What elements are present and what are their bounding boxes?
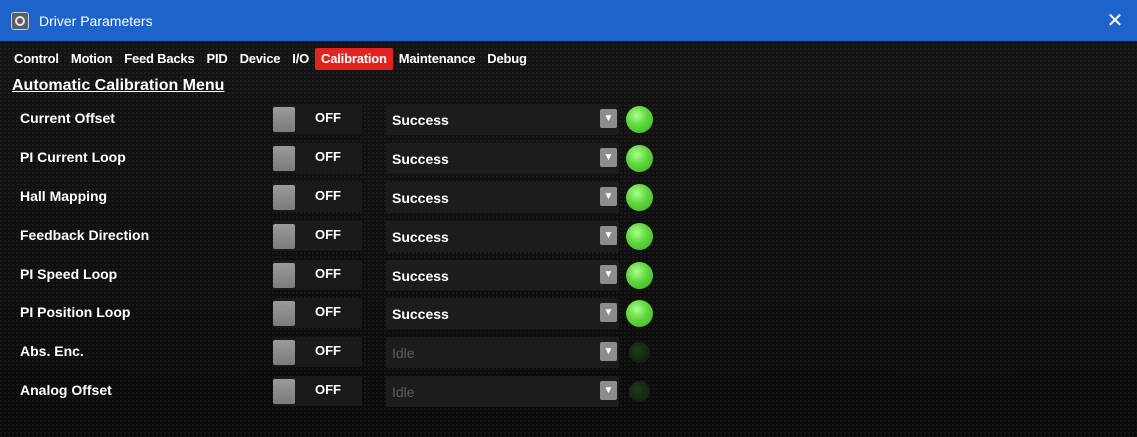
- status-value: Success: [392, 112, 449, 128]
- status-value: Success: [392, 268, 449, 284]
- calibration-toggle[interactable]: OFF: [273, 143, 362, 173]
- tab-feed-backs[interactable]: Feed Backs: [118, 48, 200, 70]
- status-value: Idle: [392, 384, 415, 400]
- toggle-knob[interactable]: [273, 263, 295, 288]
- calibration-toggle[interactable]: OFF: [273, 221, 362, 251]
- row-label: Feedback Direction: [20, 227, 150, 243]
- chevron-down-icon[interactable]: ▼: [600, 226, 617, 245]
- tab-io[interactable]: I/O: [286, 48, 315, 70]
- driver-parameters-window: Driver Parameters ✕ Control Motion Feed …: [0, 0, 1137, 437]
- window-title: Driver Parameters: [39, 12, 153, 29]
- toggle-state: OFF: [315, 110, 341, 125]
- row-label: PI Position Loop: [20, 304, 131, 320]
- toggle-state: OFF: [315, 227, 341, 242]
- calibration-row: PI Position Loop OFF Success ▼: [0, 296, 700, 329]
- tab-device[interactable]: Device: [234, 48, 287, 70]
- toggle-knob[interactable]: [273, 379, 295, 404]
- toggle-knob[interactable]: [273, 340, 295, 365]
- row-label: Hall Mapping: [20, 188, 108, 204]
- toggle-knob[interactable]: [273, 301, 295, 326]
- status-led-icon: [626, 106, 653, 133]
- row-label: PI Speed Loop: [20, 266, 118, 282]
- status-value: Success: [392, 229, 449, 245]
- status-select[interactable]: Success ▼: [386, 143, 619, 174]
- calibration-row: Current Offset OFF Success ▼: [0, 102, 700, 135]
- chevron-down-icon[interactable]: ▼: [600, 265, 617, 284]
- tab-control[interactable]: Control: [8, 48, 65, 70]
- status-select[interactable]: Success ▼: [386, 298, 619, 329]
- chevron-down-icon[interactable]: ▼: [600, 342, 617, 361]
- calibration-toggle[interactable]: OFF: [273, 376, 362, 406]
- calibration-row: Hall Mapping OFF Success ▼: [0, 180, 700, 213]
- calibration-row: PI Speed Loop OFF Success ▼: [0, 258, 700, 291]
- toggle-knob[interactable]: [273, 224, 295, 249]
- toggle-state: OFF: [315, 266, 341, 281]
- tab-pid[interactable]: PID: [200, 48, 233, 70]
- tab-bar: Control Motion Feed Backs PID Device I/O…: [8, 47, 533, 71]
- chevron-down-icon[interactable]: ▼: [600, 187, 617, 206]
- toggle-state: OFF: [315, 382, 341, 397]
- calibration-row: Abs. Enc. OFF Idle ▼: [0, 335, 700, 368]
- row-label: Abs. Enc.: [20, 343, 84, 359]
- tab-maintenance[interactable]: Maintenance: [393, 48, 482, 70]
- calibration-toggle[interactable]: OFF: [273, 298, 362, 328]
- toggle-state: OFF: [315, 188, 341, 203]
- chevron-down-icon[interactable]: ▼: [600, 148, 617, 167]
- status-led-icon: [629, 381, 650, 402]
- calibration-toggle[interactable]: OFF: [273, 260, 362, 290]
- status-select[interactable]: Success ▼: [386, 260, 619, 291]
- chevron-down-icon[interactable]: ▼: [600, 109, 617, 128]
- status-led-icon: [626, 184, 653, 211]
- chevron-down-icon[interactable]: ▼: [600, 381, 617, 400]
- tab-motion[interactable]: Motion: [65, 48, 118, 70]
- toggle-state: OFF: [315, 149, 341, 164]
- title-bar: Driver Parameters ✕: [0, 0, 1137, 41]
- calibration-toggle[interactable]: OFF: [273, 104, 362, 134]
- chevron-down-icon[interactable]: ▼: [600, 303, 617, 322]
- tab-debug[interactable]: Debug: [481, 48, 532, 70]
- status-select[interactable]: Success ▼: [386, 221, 619, 252]
- toggle-state: OFF: [315, 304, 341, 319]
- calibration-toggle[interactable]: OFF: [273, 337, 362, 367]
- status-select[interactable]: Idle ▼: [386, 337, 619, 368]
- calibration-row: Analog Offset OFF Idle ▼: [0, 374, 700, 407]
- toggle-knob[interactable]: [273, 146, 295, 171]
- status-value: Success: [392, 190, 449, 206]
- tab-calibration[interactable]: Calibration: [315, 48, 393, 70]
- status-led-icon: [629, 342, 650, 363]
- status-value: Success: [392, 306, 449, 322]
- status-select[interactable]: Success ▼: [386, 182, 619, 213]
- status-led-icon: [626, 262, 653, 289]
- calibration-row: PI Current Loop OFF Success ▼: [0, 141, 700, 174]
- status-value: Idle: [392, 345, 415, 361]
- toggle-knob[interactable]: [273, 107, 295, 132]
- row-label: Analog Offset: [20, 382, 112, 398]
- status-led-icon: [626, 300, 653, 327]
- menu-title: Automatic Calibration Menu: [12, 77, 225, 94]
- status-select[interactable]: Success ▼: [386, 104, 619, 135]
- row-label: PI Current Loop: [20, 149, 126, 165]
- app-gear-icon: [11, 11, 29, 30]
- status-value: Success: [392, 151, 449, 167]
- calibration-row: Feedback Direction OFF Success ▼: [0, 219, 700, 252]
- status-select[interactable]: Idle ▼: [386, 376, 619, 407]
- calibration-toggle[interactable]: OFF: [273, 182, 362, 212]
- status-led-icon: [626, 223, 653, 250]
- toggle-knob[interactable]: [273, 185, 295, 210]
- row-label: Current Offset: [20, 110, 115, 126]
- close-icon[interactable]: ✕: [1093, 0, 1137, 41]
- toggle-state: OFF: [315, 343, 341, 358]
- status-led-icon: [626, 145, 653, 172]
